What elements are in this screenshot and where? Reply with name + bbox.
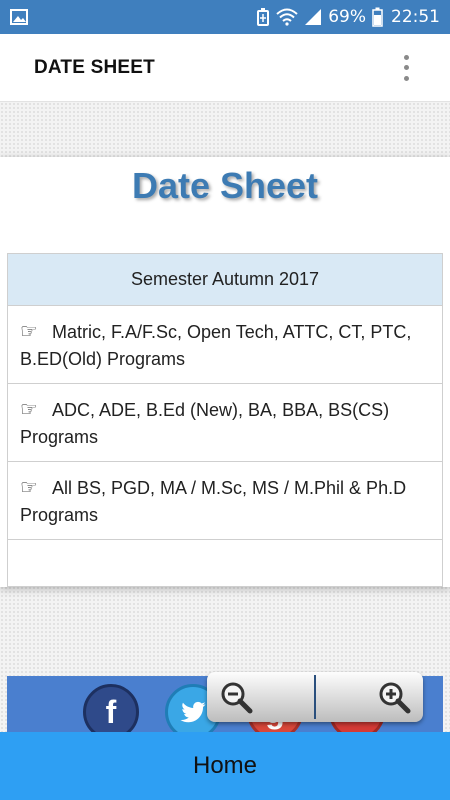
wifi-icon (276, 8, 298, 26)
programs-table: Semester Autumn 2017 ☞ Matric, F.A/F.Sc, … (7, 253, 443, 587)
zoom-out-button[interactable] (207, 672, 314, 722)
signal-icon (305, 9, 322, 25)
battery-icon (372, 7, 383, 27)
more-vert-icon[interactable] (400, 54, 412, 81)
zoom-control (207, 672, 423, 722)
app-bar: DATE SHEET (0, 34, 450, 102)
page-heading: Date Sheet (131, 165, 319, 206)
table-empty-row (8, 540, 442, 592)
program-row-matric[interactable]: ☞ Matric, F.A/F.Sc, Open Tech, ATTC, CT, … (8, 306, 442, 384)
program-row-label: ADC, ADE, B.Ed (New), BA, BBA, BS(CS) Pr… (20, 400, 390, 447)
battery-percent: 69% (328, 7, 366, 27)
program-row-adc[interactable]: ☞ ADC, ADE, B.Ed (New), BA, BBA, BS(CS) P… (8, 384, 442, 462)
program-row-label: Matric, F.A/F.Sc, Open Tech, ATTC, CT, P… (20, 322, 412, 369)
table-header: Semester Autumn 2017 (8, 254, 442, 306)
app-bar-title: DATE SHEET (34, 56, 155, 78)
date-sheet-card: Date Sheet Semester Autumn 2017 ☞ Matric,… (0, 157, 450, 587)
image-icon (10, 9, 28, 25)
program-row-bs[interactable]: ☞ All BS, PGD, MA / M.Sc, MS / M.Phil & P… (8, 462, 442, 540)
program-row-label: All BS, PGD, MA / M.Sc, MS / M.Phil & Ph… (20, 478, 407, 525)
status-bar: 69% 22:51 (0, 0, 450, 34)
hand-pointing-icon: ☞ (20, 475, 38, 499)
hand-pointing-icon: ☞ (20, 319, 38, 343)
hand-pointing-icon: ☞ (20, 397, 38, 421)
zoom-in-icon (379, 682, 411, 714)
zoom-out-icon (221, 682, 253, 714)
zoom-in-button[interactable] (316, 672, 423, 722)
facebook-icon[interactable]: f (83, 684, 139, 732)
clock-time: 22:51 (391, 7, 440, 27)
battery-saver-icon (257, 8, 270, 26)
home-button[interactable]: Home (0, 732, 450, 800)
